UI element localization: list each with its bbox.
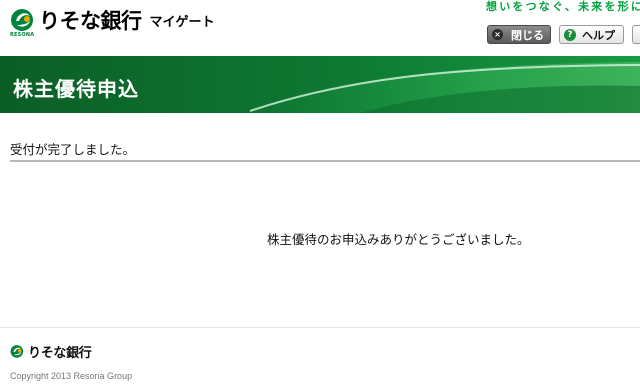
header: RESONA りそな銀行 マイゲート 想いをつなぐ、未来を形に × 閉じる ? … [0, 0, 640, 56]
status-text: 受付が完了しました。 [10, 142, 136, 157]
close-button-label: 閉じる [511, 28, 544, 42]
brand-tagline: 想いをつなぐ、未来を形に [486, 0, 640, 13]
footer-logo-mark-icon [10, 344, 24, 358]
help-button-label: ヘルプ [582, 28, 615, 42]
page-banner: 株主優待申込 [0, 56, 640, 113]
app-name: マイゲート [149, 15, 215, 30]
completion-message: 株主優待のお申込みありがとうございました。 [267, 232, 530, 247]
footer-logo: りそな銀行 [10, 342, 92, 361]
footer-divider [0, 327, 640, 328]
resona-logo[interactable]: RESONA りそな銀行 マイゲート [10, 8, 215, 38]
copyright-text: Copyright 2013 Resona Group [10, 371, 133, 381]
help-icon: ? [564, 28, 576, 41]
footer-logo-text: りそな銀行 [28, 346, 92, 361]
help-button[interactable]: ? ヘルプ [559, 25, 624, 44]
page-title: 株主優待申込 [13, 77, 139, 101]
resona-logo-mark-icon: RESONA [10, 8, 38, 38]
partial-button-edge[interactable] [632, 25, 640, 44]
close-button[interactable]: × 閉じる [487, 25, 551, 44]
logo-sub-text: RESONA [10, 32, 35, 38]
logo-text: りそな銀行 [39, 9, 142, 33]
close-icon: × [492, 29, 503, 40]
section-divider [10, 160, 640, 162]
